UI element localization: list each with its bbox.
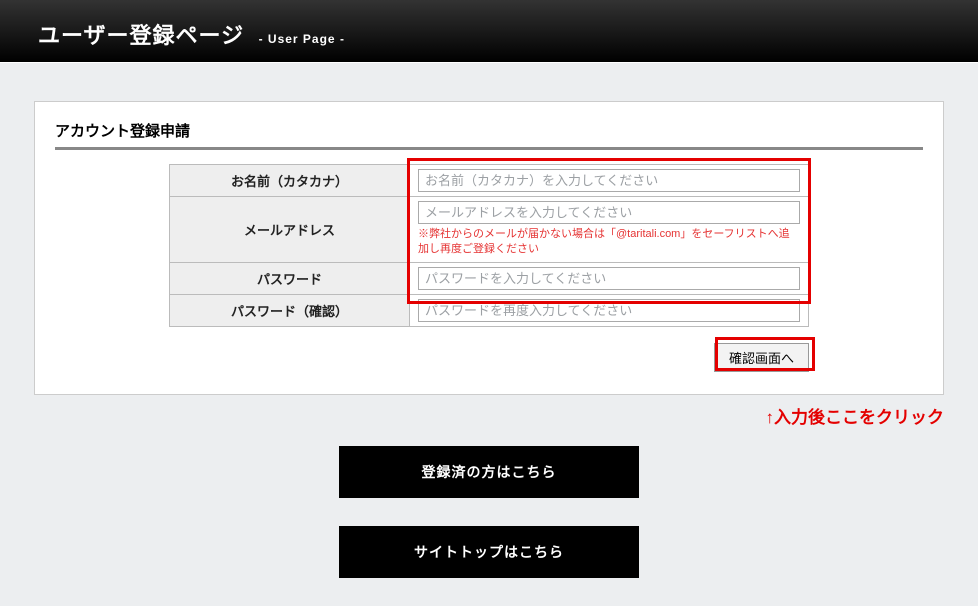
password-confirm-input[interactable] (418, 299, 800, 322)
password-input[interactable] (418, 267, 800, 290)
form-area: お名前（カタカナ） メールアドレス ※弊社からのメールが届かない場合は「@tar… (169, 164, 809, 372)
name-label: お名前（カタカナ） (170, 165, 410, 197)
email-label: メールアドレス (170, 197, 410, 263)
click-annotation: ↑入力後ここをクリック (0, 395, 978, 428)
page-subtitle: - User Page - (259, 32, 345, 46)
row-password-confirm: パスワード（確認） (170, 294, 809, 326)
password-label: パスワード (170, 262, 410, 294)
email-hint: ※弊社からのメールが届かない場合は「@taritali.com」をセーフリストへ… (418, 227, 800, 258)
page-title: ユーザー登録ページ (38, 23, 244, 48)
row-password: パスワード (170, 262, 809, 294)
password-confirm-label: パスワード（確認） (170, 294, 410, 326)
site-top-button[interactable]: サイトトップはこちら (339, 526, 639, 578)
nav-buttons: 登録済の方はこちら サイトトップはこちら (0, 446, 978, 606)
name-input[interactable] (418, 169, 800, 192)
confirm-button[interactable]: 確認画面へ (714, 343, 809, 372)
form-table: お名前（カタカナ） メールアドレス ※弊社からのメールが届かない場合は「@tar… (169, 164, 809, 327)
row-email: メールアドレス ※弊社からのメールが届かない場合は「@taritali.com」… (170, 197, 809, 263)
login-button[interactable]: 登録済の方はこちら (339, 446, 639, 498)
registration-card: アカウント登録申請 お名前（カタカナ） メールアドレス ※弊社からのメールが届か… (34, 101, 944, 395)
content-area: アカウント登録申請 お名前（カタカナ） メールアドレス ※弊社からのメールが届か… (0, 63, 978, 395)
confirm-button-row: 確認画面へ (169, 343, 809, 372)
row-name: お名前（カタカナ） (170, 165, 809, 197)
email-input[interactable] (418, 201, 800, 224)
section-title: アカウント登録申請 (55, 120, 923, 150)
page-header: ユーザー登録ページ - User Page - (0, 0, 978, 63)
